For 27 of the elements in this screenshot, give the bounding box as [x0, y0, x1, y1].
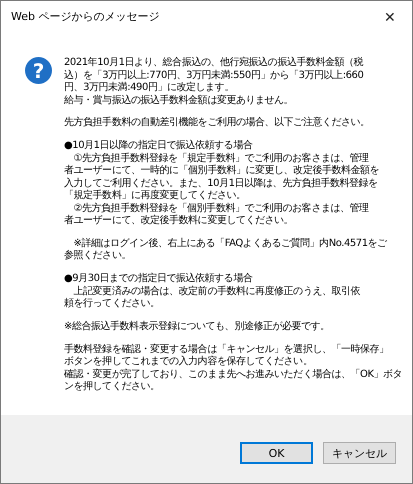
- message-line: 給与・賞与振込の振込手数料金額は変更ありません。: [64, 94, 294, 107]
- message-line: 頼を行ってください。: [64, 298, 161, 311]
- message-line: 者ユーザーにて、改定後手数料に変更してください。: [64, 215, 294, 228]
- message-line: 確認・変更が完了しており、このまま先へお進みいただく場合は、「OK」ボタ: [64, 368, 402, 381]
- dialog-button[interactable]: キャンセル: [323, 442, 396, 464]
- message-line: ②先方負担手数料登録を「個別手数料」でご利用のお客さまは、管理: [72, 202, 370, 214]
- message-line: 先方負担手数料の自動差引機能をご利用の場合、以下ご注意ください。: [64, 117, 371, 130]
- message-line: 手数料登録を確認・変更する場合は「キャンセル」を選択し、「一時保存」: [64, 344, 390, 356]
- message-line: 円、3万円未満:490円」に改定します。: [64, 82, 235, 94]
- message-line: 2021年10月1日より、総合振込の、他行宛振込の振込手数料金額（税: [64, 57, 364, 70]
- message-line: 参照ください。: [64, 250, 132, 263]
- message-line: ●10月1日以降の指定日で振込依頼する場合: [64, 140, 254, 152]
- message-line: 入力してご利用ください。また、10月1日以降は、先方負担手数料登録を: [64, 178, 379, 190]
- window-title: Web ページからのメッセージ: [11, 9, 160, 24]
- message-line: ボタンを押してこれまでの入力内容を保存してください。: [64, 356, 314, 368]
- message-line: 上記変更済みの場合は、改定前の手数料に再度修正のうえ、取引依: [72, 286, 362, 298]
- message-line: ンを押してください。: [64, 381, 161, 394]
- message-line: ※詳細はログイン後、右上にある「FAQよくあるご質問」内No.4571をご: [72, 238, 388, 250]
- close-button[interactable]: ✕: [368, 2, 412, 32]
- message-line: 者ユーザーにて、一時的に「個別手数料」に変更し、改定後手数料金額を: [64, 165, 380, 178]
- message-line: ●9月30日までの指定日で振込依頼する場合: [64, 273, 254, 286]
- message-line: 込）を「3万円以上:770円、3万円未満:550円」から「3万円以上:660: [64, 70, 364, 82]
- message-line: ※総合振込手数料表示登録についても、別途修正が必要です。: [64, 320, 331, 334]
- message-line: ①先方負担手数料登録を「規定手数料」でご利用のお客さまは、管理: [72, 152, 370, 164]
- dialog-button[interactable]: OK: [240, 442, 313, 464]
- message-line: 「規定手数料」に再度変更してください。: [64, 190, 246, 202]
- question-icon: ?: [25, 57, 52, 84]
